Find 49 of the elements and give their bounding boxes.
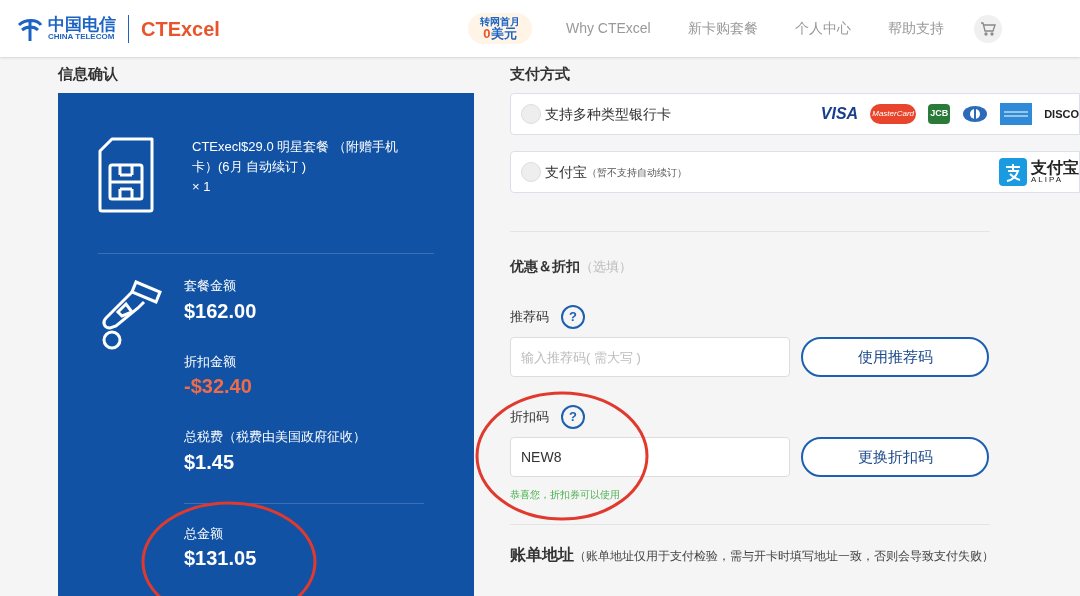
help-button[interactable]: ? [561,305,585,329]
billing-note: （账单地址仅用于支付检验，需与开卡时填写地址一致，否则会导致支付失败） [574,548,994,565]
amount-label: 总税费（税费由美国政府征收） [184,428,367,446]
amex-card-logo-icon [1000,103,1033,125]
promo-amount: 0美元 [483,27,517,40]
amount-value: -$32.40 [184,374,253,399]
amount-label: 折扣金额 [184,352,237,371]
alipay-logo-subtext: ALIPA [1031,176,1065,184]
product-logo[interactable]: CTExcel [141,13,220,44]
alipay-logo-text: 支付宝 [1031,160,1079,176]
cart-icon [979,20,996,37]
product-name: CTExecl$29.0 明星套餐 （附赠手机卡）(6月 自动续订 ) [192,138,399,176]
section-heading: 信息确认 [58,64,119,84]
brand-name: 中国电信 [48,16,116,33]
cart-button[interactable] [973,14,1002,43]
amount-value: $1.45 [184,449,236,475]
help-button[interactable]: ? [561,405,585,429]
payment-note: （暂不支持自动续订） [587,165,687,180]
payment-option[interactable]: 支付宝（暂不支持自动续订） 支付宝 ALIPA [510,151,1080,193]
total-value: $131.05 [184,546,258,571]
apply-code-button[interactable]: 使用推荐码 [801,337,989,377]
promo-badge[interactable]: 转网首月 0美元 [467,13,532,44]
code-label: 折扣码 [510,408,549,427]
radio-button[interactable] [521,162,541,182]
amount-value: $162.00 [184,298,258,324]
alipay-logo-icon [999,158,1027,186]
billing-title: 账单地址 [510,545,574,565]
payment-label: 支持多种类型银行卡 [545,104,671,124]
code-label: 推荐码 [510,308,549,327]
card-logo: DISCO [1044,106,1079,122]
diners-card-logo-icon [962,105,989,123]
payment-option[interactable]: 支持多种类型银行卡 VISA MasterCard JCB DISCO [510,93,1080,135]
radio-button[interactable] [521,104,541,124]
code-input-field[interactable]: 输入推荐码( 需大写 ) [510,337,790,377]
card-logo: VISA [820,104,859,124]
code-input-field[interactable]: NEW8 [510,437,790,477]
discount-section-title: 优惠＆折扣 [510,257,580,276]
promo-text: 转网首月 [479,17,520,27]
total-label: 总金额 [184,524,224,543]
payment-label: 支付宝 [545,162,587,182]
quantity-text: × 1 [192,178,212,196]
sim-card-icon [98,137,154,213]
amount-label: 套餐金额 [184,277,237,295]
card-logo: JCB [928,104,951,124]
section-heading: 支付方式 [510,64,571,84]
success-message: 恭喜您，折扣券可以使用 [510,488,621,502]
apply-code-button[interactable]: 更换折扣码 [801,437,989,477]
card-logo: MasterCard [870,104,917,124]
brand-subtitle: CHINA TELECOM [48,33,115,41]
